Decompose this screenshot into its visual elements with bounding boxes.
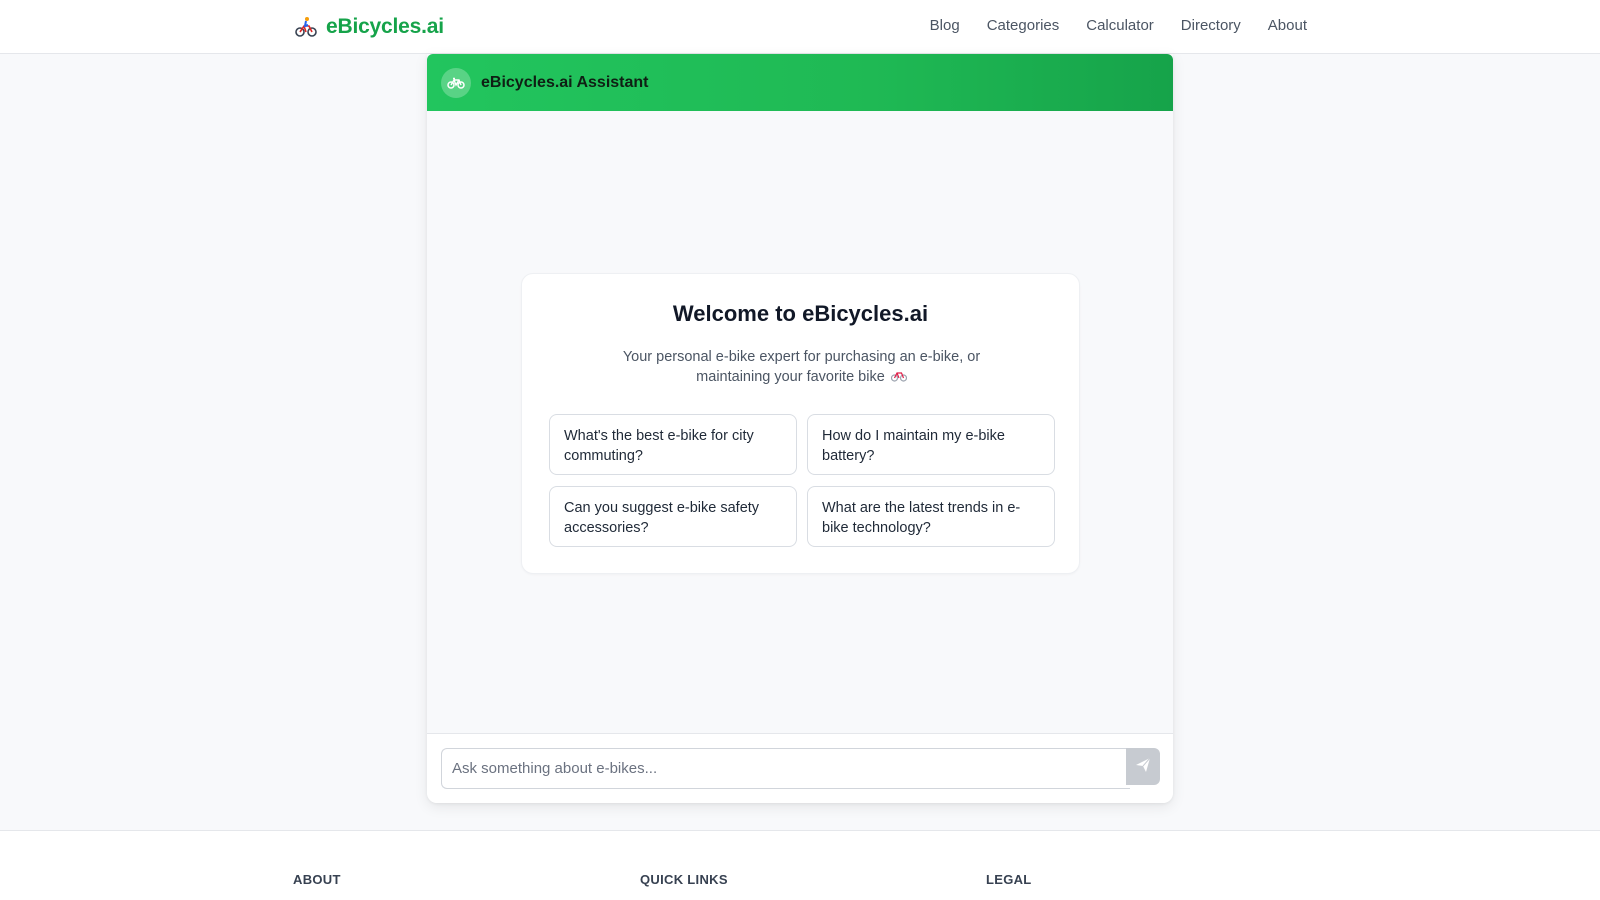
suggestion-button-city-commuting[interactable]: What's the best e-bike for city commutin… [549,414,797,475]
nav-link-categories[interactable]: Categories [987,16,1060,36]
nav-link-blog[interactable]: Blog [930,16,960,36]
footer-heading-about: ABOUT [293,872,341,887]
footer-heading-legal: LEGAL [986,872,1032,887]
nav-link-about[interactable]: About [1268,16,1307,36]
chat-panel: eBicycles.ai Assistant Welcome to eBicyc… [427,54,1173,803]
nav-link-directory[interactable]: Directory [1181,16,1241,36]
nav-link-calculator[interactable]: Calculator [1086,16,1154,36]
welcome-subtitle-text: Your personal e-bike expert for purchasi… [622,349,981,385]
main-nav: Blog Categories Calculator Directory Abo… [930,16,1307,36]
bicyclist-icon [294,15,318,39]
suggestion-button-safety-accessories[interactable]: Can you suggest e-bike safety accessorie… [549,486,797,547]
welcome-card: Welcome to eBicycles.ai Your personal e-… [521,273,1080,574]
brand-logo-link[interactable]: eBicycles.ai [294,12,444,42]
brand-name: eBicycles.ai [326,15,444,38]
site-footer: ABOUT QUICK LINKS LEGAL [0,830,1600,900]
message-composer [427,733,1173,803]
top-navigation-bar: eBicycles.ai Blog Categories Calculator … [0,0,1600,54]
chat-title: eBicycles.ai Assistant [481,73,649,91]
suggestion-button-technology-trends[interactable]: What are the latest trends in e-bike tec… [807,486,1055,547]
chat-header: eBicycles.ai Assistant [427,54,1173,111]
footer-heading-quick-links: QUICK LINKS [640,872,728,887]
send-icon [1135,757,1151,776]
chat-message-input[interactable] [441,748,1130,789]
send-button[interactable] [1126,748,1160,785]
bicycle-icon [441,67,471,98]
suggestion-button-battery-maintenance[interactable]: How do I maintain my e-bike battery? [807,414,1055,475]
bicycle-icon [890,368,907,382]
welcome-subtitle: Your personal e-bike expert for purchasi… [617,347,986,387]
welcome-heading: Welcome to eBicycles.ai [672,301,929,326]
